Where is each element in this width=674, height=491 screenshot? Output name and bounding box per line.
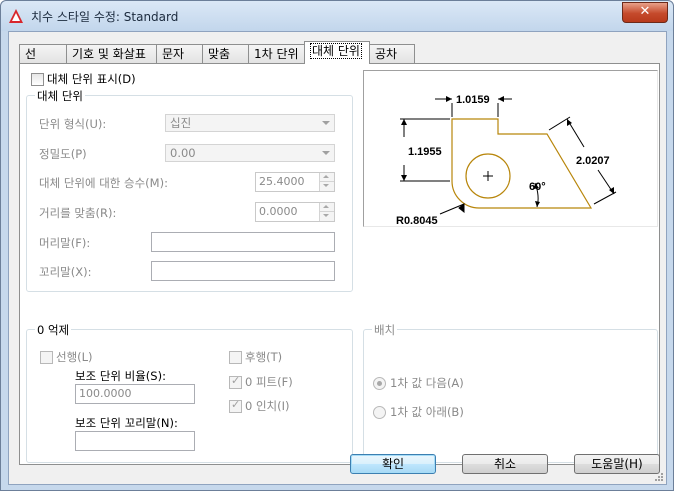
sub-unit-factor-input[interactable]: 100.0000 xyxy=(75,384,195,404)
dim-height-text: 1.1955 xyxy=(408,146,442,158)
window-title: 치수 스타일 수정: Standard xyxy=(31,10,179,24)
precision-value: 0.00 xyxy=(170,146,196,160)
trailing-checkbox[interactable] xyxy=(229,351,242,364)
arrow-icon xyxy=(446,96,452,102)
sub-unit-factor-label: 보조 단위 비율(S): xyxy=(75,369,166,383)
prefix-input[interactable] xyxy=(151,232,335,252)
tab-label: 선 xyxy=(25,47,37,61)
tab-label: 공차 xyxy=(375,47,398,61)
tab-text[interactable]: 문자 xyxy=(156,44,203,63)
unit-format-label: 단위 형식(U): xyxy=(39,117,107,131)
display-alt-units-label: 대체 단위 표시(D) xyxy=(47,72,136,86)
divider xyxy=(320,211,334,212)
tab-label: 기호 및 화살표 xyxy=(72,47,146,61)
dialog-window: 치수 스타일 수정: Standard ✕ 선 기호 및 화살표 문자 맞춤 1… xyxy=(0,0,674,491)
arrow-icon xyxy=(498,96,504,102)
tab-symbols-arrows[interactable]: 기호 및 화살표 xyxy=(66,44,157,63)
display-alt-units-checkbox[interactable] xyxy=(31,73,44,86)
tab-tolerances[interactable]: 공차 xyxy=(369,44,415,63)
multiplier-spinner[interactable]: 25.4000 xyxy=(255,172,335,192)
placement-group xyxy=(363,329,658,463)
spin-down-icon xyxy=(323,184,329,187)
zero-suppression-title: 0 억제 xyxy=(35,322,72,338)
tab-label: 1차 단위 xyxy=(254,47,299,61)
dim-slope-text: 2.0207 xyxy=(576,155,610,167)
leading-label: 선행(L) xyxy=(56,350,93,364)
multiplier-label: 대체 단위에 대한 승수(M): xyxy=(39,176,168,190)
autocad-app-icon xyxy=(9,9,23,23)
spinner-buttons[interactable] xyxy=(319,173,334,191)
spin-up-icon xyxy=(323,205,329,208)
tab-alternate-units[interactable]: 대체 단위 xyxy=(304,41,370,64)
title-bar[interactable]: 치수 스타일 수정: Standard ✕ xyxy=(1,1,673,31)
close-button[interactable]: ✕ xyxy=(622,2,668,23)
prefix-label: 머리말(F): xyxy=(39,236,91,250)
checkmark-icon: ✓ xyxy=(231,374,241,387)
preview-drawing: 1.0159 1.1955 2.0207 60° R0.8045 xyxy=(396,94,617,227)
sub-unit-suffix-label: 보조 단위 꼬리말(N): xyxy=(75,416,178,430)
radio-dot xyxy=(377,381,382,386)
zero-inches-label: 0 인치(I) xyxy=(245,399,290,413)
round-distances-value: 0.0000 xyxy=(259,205,298,218)
spinner-buttons[interactable] xyxy=(319,203,334,221)
divider xyxy=(320,181,334,182)
after-primary-radio[interactable] xyxy=(373,377,386,390)
alt-units-group-title: 대체 단위 xyxy=(35,88,85,104)
tab-label: 대체 단위 xyxy=(310,43,362,59)
below-primary-label: 1차 값 아래(B) xyxy=(390,405,464,419)
spin-down-icon xyxy=(323,214,329,217)
dialog-client: 선 기호 및 화살표 문자 맞춤 1차 단위 대체 단위 공차 대체 단위 표시… xyxy=(8,31,667,485)
below-primary-radio[interactable] xyxy=(373,406,386,419)
arrow-icon xyxy=(535,201,540,207)
zero-feet-checkbox[interactable]: ✓ xyxy=(229,374,242,389)
sub-unit-suffix-input[interactable] xyxy=(75,431,195,451)
arrow-icon xyxy=(401,175,407,181)
after-primary-label: 1차 값 다음(A) xyxy=(390,376,464,390)
zero-feet-label: 0 피트(F) xyxy=(245,375,293,389)
ok-button-label: 확인 xyxy=(381,457,405,471)
checkmark-icon: ✓ xyxy=(231,398,241,411)
close-icon: ✕ xyxy=(639,4,651,19)
arrow-icon xyxy=(401,119,407,125)
cancel-button-label: 취소 xyxy=(493,457,517,471)
suffix-input[interactable] xyxy=(151,261,335,281)
arrow-icon xyxy=(567,119,572,126)
unit-format-select[interactable]: 십진 xyxy=(165,114,335,132)
part-outline xyxy=(451,118,593,209)
resize-grip-icon[interactable] xyxy=(654,472,664,482)
round-distances-spinner[interactable]: 0.0000 xyxy=(255,202,335,222)
chevron-down-icon xyxy=(322,151,330,155)
ok-button[interactable]: 확인 xyxy=(350,454,436,474)
leading-checkbox[interactable] xyxy=(40,351,53,364)
cancel-button[interactable]: 취소 xyxy=(462,454,548,474)
tab-label: 문자 xyxy=(162,47,185,61)
dim-radius-text: R0.8045 xyxy=(396,215,438,226)
tab-panel: 대체 단위 표시(D) 대체 단위 단위 형식(U): 십진 정밀도(P) 0.… xyxy=(19,63,660,465)
unit-format-value: 십진 xyxy=(170,116,192,130)
chevron-down-icon xyxy=(322,121,330,125)
spin-up-icon xyxy=(323,175,329,178)
dim-width-text: 1.0159 xyxy=(456,94,490,106)
tab-fit[interactable]: 맞춤 xyxy=(202,44,249,63)
sub-unit-factor-value: 100.0000 xyxy=(79,387,132,400)
placement-title: 배치 xyxy=(372,322,398,338)
zero-inches-checkbox[interactable]: ✓ xyxy=(229,398,242,413)
tab-label: 맞춤 xyxy=(208,47,231,61)
precision-select[interactable]: 0.00 xyxy=(165,144,335,162)
precision-label: 정밀도(P) xyxy=(39,147,87,161)
trailing-label: 후행(T) xyxy=(245,350,283,364)
help-button-label: 도움말(H) xyxy=(591,457,643,471)
help-button[interactable]: 도움말(H) xyxy=(574,454,660,474)
dim-angle-text: 60° xyxy=(529,181,546,193)
multiplier-value: 25.4000 xyxy=(259,175,305,188)
tab-primary-units[interactable]: 1차 단위 xyxy=(248,44,305,63)
suffix-label: 꼬리말(X): xyxy=(39,265,92,279)
tab-lines[interactable]: 선 xyxy=(19,44,67,63)
round-distances-label: 거리를 맞춤(R): xyxy=(39,206,117,220)
dimension-preview: 1.0159 1.1955 2.0207 60° R0.8045 xyxy=(363,70,658,227)
